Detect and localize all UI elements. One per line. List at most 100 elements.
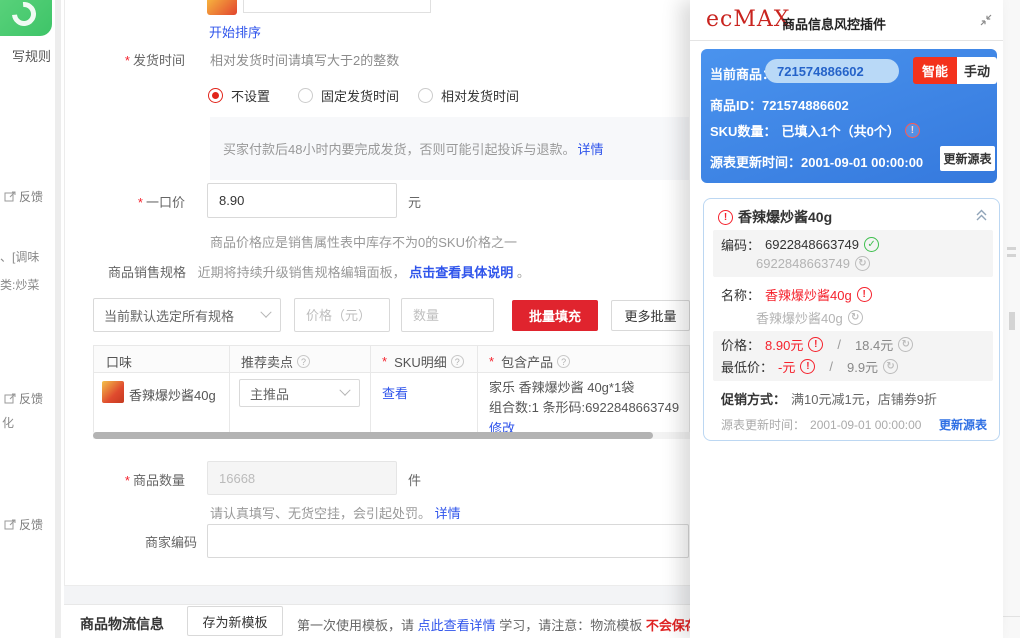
shipping-time-label: 发货时间 [60,50,185,69]
radio-not-set[interactable]: 不设置 [208,86,270,105]
feedback-link[interactable]: 反馈 [4,516,43,533]
warning-icon [904,123,920,138]
save-template-button[interactable]: 存为新模板 [187,606,283,636]
sku-table: 口味 推荐卖点 SKU明细 包含产品 香辣爆炒酱40g 主推品 查看 家乐 香辣… [93,345,690,436]
sku-count-row: SKU数量： 已填入1个（共0个） [710,121,920,140]
current-product-card: 当前商品： 智能 手动 商品ID：721574886602 SKU数量：已填入1… [701,49,997,183]
batch-price-input[interactable] [294,298,390,332]
min-price-source-value: 9.9元 [846,360,879,375]
name-source-row: 香辣爆炒酱40g [756,308,863,327]
selling-point-select[interactable]: 主推品 [239,379,360,407]
price-hint: 商品价格应是销售属性表中库存不为0的SKU价格之一 [210,235,517,250]
sku-name: 香辣爆炒酱40g [129,388,216,403]
product-thumbnail [207,0,237,15]
sku-view-link[interactable]: 查看 [382,383,408,402]
rail-rule-text: 写规则 [12,49,52,64]
code-value: 6922848663749 [765,237,860,252]
spec-section-row: 商品销售规格 近期将持续升级销售规格编辑面板， 点击查看具体说明 。 [108,262,530,281]
included-product-line2: 组合数:1 条形码:6922848663749 [489,400,680,415]
radio-dot [298,88,313,103]
min-price-row: 最低价： -元 / 9.9元 [721,357,899,376]
help-icon[interactable] [297,355,311,368]
feedback-icon [4,519,16,531]
product-id-row: 商品ID：721574886602 [710,98,849,113]
included-product-line1: 家乐 香辣爆炒酱 40g*1袋 [489,380,635,395]
chevron-down-icon [339,384,351,396]
card-update-link[interactable]: 更新源表 [939,416,987,433]
logistics-title: 商品物流信息 [80,616,164,632]
shipping-time-hint: 相对发货时间请填写大于2的整数 [210,53,400,68]
feedback-link[interactable]: 反馈 [4,390,43,407]
update-source-button[interactable]: 更新源表 [940,146,995,171]
sync-icon[interactable] [847,310,863,325]
feedback-icon [4,393,16,405]
app-logo-icon [0,0,52,36]
collapse-chevrons-icon[interactable] [974,208,989,222]
risk-product-card: 香辣爆炒酱40g 编码： 6922848663749 6922848663749… [703,198,1000,441]
logistics-detail-link[interactable]: 点此查看详情 [418,618,496,633]
rail-fragment-category: 类:炒菜 [0,278,40,292]
radio-fixed-time[interactable]: 固定发货时间 [298,86,399,105]
merchant-code-label: 商家编码 [144,535,197,550]
sync-icon[interactable] [898,337,914,352]
spec-label: 商品销售规格 [108,265,187,280]
manual-mode-button[interactable]: 手动 [957,57,997,84]
merchant-code-input[interactable] [207,524,689,558]
spec-detail-link[interactable]: 点击查看具体说明 [409,265,513,280]
sync-icon[interactable] [855,256,870,271]
radio-dot [208,88,223,103]
sku-row-thumbnail [102,381,124,403]
batch-qty-input[interactable] [401,298,494,332]
help-icon[interactable] [557,355,571,368]
notice-detail-link[interactable]: 详情 [577,139,603,158]
quantity-input[interactable] [207,461,397,495]
name-row: 名称： 香辣爆炒酱40g [721,285,872,304]
page-scrollbar[interactable] [55,0,61,638]
hscrollbar-thumb[interactable] [93,432,653,439]
name-source-value: 香辣爆炒酱40g [756,311,843,326]
current-product-input[interactable] [765,59,899,83]
price-input[interactable] [207,183,397,218]
quantity-hint: 请认真填写、无货空挂，会引起处罚。 详情 [210,506,461,521]
screen: 写规则 反馈 、[调味 类:炒菜 反馈 化 反馈 开始排序 发货时间 相对发货时… [0,0,1020,638]
product-title-input[interactable] [243,0,431,13]
code-source-value: 6922848663749 [756,256,850,271]
min-price-value: -元 [778,360,796,375]
collapse-icon[interactable] [979,13,993,27]
radio-relative-time[interactable]: 相对发货时间 [418,86,519,105]
shipping-notice: 买家付款后48小时内要完成发货，否则可能引起投诉与退款。 详情 [210,117,689,180]
smart-mode-button[interactable]: 智能 [913,57,957,84]
spec-suffix: 。 [516,265,530,280]
card-update-time: 源表更新时间： 2001-09-01 00:00:00 [721,417,922,433]
ecmax-logo: ecMAX [706,7,791,32]
spec-scope-select[interactable]: 当前默认选定所有规格 [93,298,281,332]
quantity-label: 商品数量 [60,470,185,489]
code-row: 编码： 6922848663749 [721,235,880,254]
price-value: 8.90元 [765,338,804,353]
page-right-margin [1003,0,1020,638]
batch-fill-button[interactable]: 批量填充 [512,300,598,331]
more-batch-button[interactable]: 更多批量 [611,300,690,331]
sync-icon[interactable] [883,359,899,374]
price-unit: 元 [408,195,422,210]
spec-scope-value: 当前默认选定所有规格 [104,308,235,324]
quantity-detail-link[interactable]: 详情 [435,506,461,521]
rail-fragment-hua: 化 [2,416,15,430]
warning-icon [718,209,733,225]
promo-row: 促销方式： 满10元减1元，店铺券9折 [721,389,937,408]
code-source-row: 6922848663749 [756,256,870,271]
rail-fragment-seasoning: 、[调味 [0,250,40,264]
name-value: 香辣爆炒酱40g [765,288,852,303]
feedback-link[interactable]: 反馈 [4,188,43,205]
buy-now-price-label: 一口价 [60,192,185,211]
source-update-row: 源表更新时间：2001-09-01 00:00:00 [710,155,924,170]
product-id-value: 721574886602 [762,98,849,113]
start-sort-link[interactable]: 开始排序 [209,22,261,41]
selling-point-value: 主推品 [250,386,290,402]
table-hscrollbar[interactable] [93,432,690,439]
price-source-value: 18.4元 [854,338,894,353]
ecmax-panel: ecMAX 商品信息风控插件 当前商品： 智能 手动 商品ID：72157488… [690,0,1003,638]
help-icon[interactable] [450,355,464,368]
feedback-icon [4,191,16,203]
warning-icon [856,287,872,302]
